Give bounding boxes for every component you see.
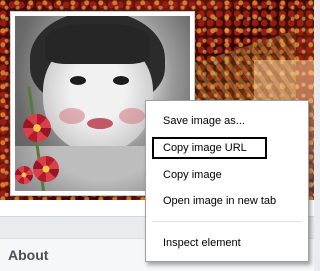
photo-right-cheek	[119, 108, 145, 124]
menu-item-copy-image[interactable]: Copy image	[152, 164, 302, 186]
photo-right-eye	[113, 76, 129, 85]
photo-bangs	[45, 24, 150, 64]
flower-icon	[33, 156, 59, 182]
menu-item-open-image-in-new-tab[interactable]: Open image in new tab	[152, 190, 302, 212]
menu-item-save-image-as[interactable]: Save image as...	[152, 110, 302, 132]
menu-item-copy-image-url[interactable]: Copy image URL	[152, 137, 267, 159]
flower-icon	[15, 166, 33, 184]
photo-mouth	[87, 118, 113, 129]
about-title[interactable]: About	[8, 247, 48, 263]
photo-left-cheek	[59, 108, 85, 124]
photo-left-eye	[70, 76, 86, 85]
facebook-profile-screen: About Save image as... Copy image URL Co…	[0, 0, 314, 271]
menu-separator	[152, 221, 302, 222]
context-menu: Save image as... Copy image URL Copy ima…	[145, 100, 309, 262]
flower-icon	[23, 114, 51, 142]
menu-item-inspect-element[interactable]: Inspect element	[152, 232, 302, 254]
